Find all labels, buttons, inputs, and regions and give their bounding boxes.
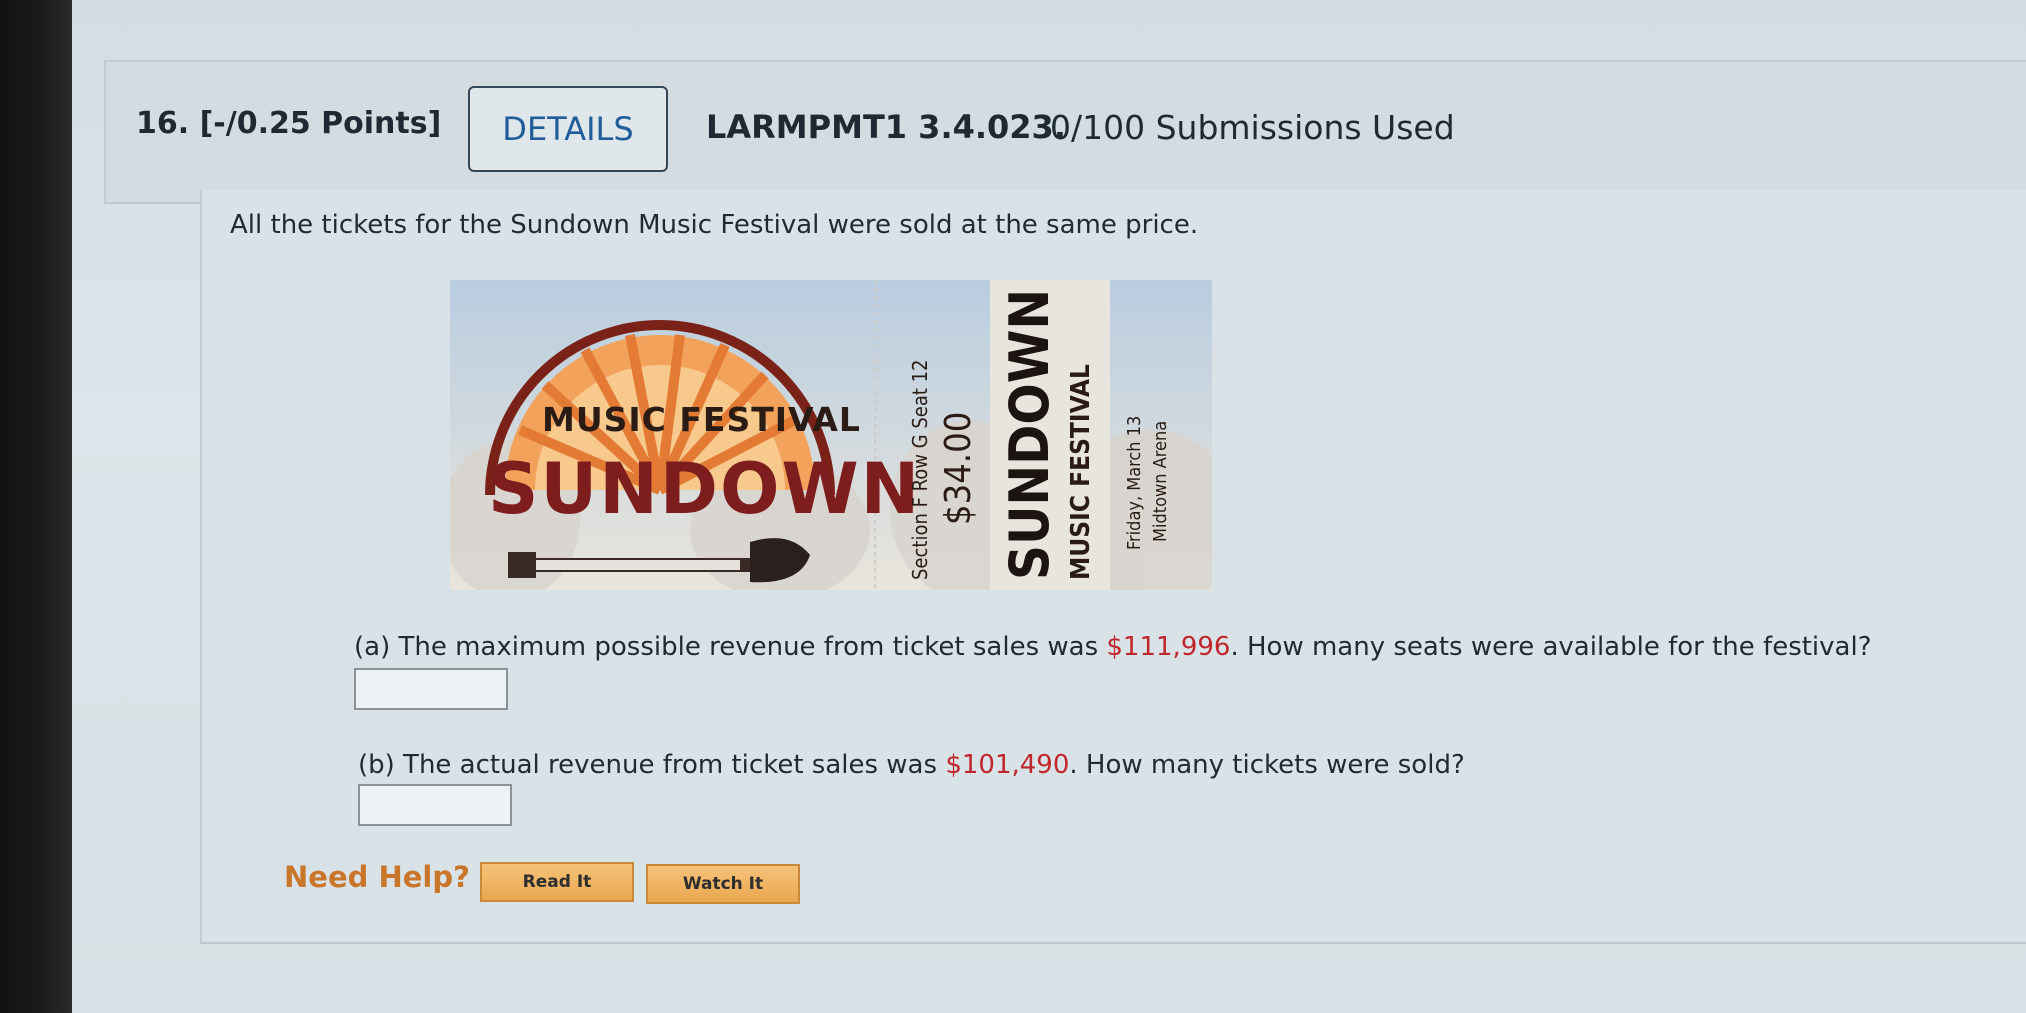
ticket-seat-info: Section F Row G Seat 12 (908, 359, 932, 580)
part-b-prefix: (b) The actual revenue from ticket sales… (358, 750, 946, 780)
question-number-points: 16. [-/0.25 Points] (136, 106, 442, 141)
ticket-music-festival: MUSIC FESTIVAL (542, 400, 861, 439)
ticket-stub-festival: MUSIC FESTIVAL (1066, 364, 1096, 580)
part-b-amount: $101,490 (945, 750, 1070, 780)
submissions-used: 0/100 Submissions Used (1050, 108, 1455, 147)
ticket-image: MUSIC FESTIVAL SUNDOWN Section F Row G S… (450, 280, 1212, 590)
ticket-sundown-title: SUNDOWN (488, 448, 922, 530)
part-a-text: (a) The maximum possible revenue from ti… (354, 632, 1872, 662)
need-help-label: Need Help? (284, 860, 470, 894)
read-it-button[interactable]: Read It (480, 862, 634, 902)
details-button[interactable]: DETAILS (468, 86, 668, 172)
intro-text: All the tickets for the Sundown Music Fe… (230, 210, 1199, 240)
part-b-answer-input[interactable] (358, 784, 512, 826)
part-b-suffix: . How many tickets were sold? (1069, 750, 1465, 780)
ticket-price: $34.00 (938, 411, 979, 525)
ticket-date: Friday, March 13 (1124, 415, 1145, 550)
part-b-text: (b) The actual revenue from ticket sales… (358, 750, 1465, 780)
part-a-suffix: . How many seats were available for the … (1230, 632, 1872, 662)
monitor-bezel (0, 0, 72, 1013)
ticket-stub-sundown: SUNDOWN (998, 289, 1061, 580)
question-code: LARMPMT1 3.4.023. (706, 108, 1066, 146)
question-body: All the tickets for the Sundown Music Fe… (200, 190, 2026, 944)
part-a-answer-input[interactable] (354, 668, 508, 710)
part-a-prefix: (a) The maximum possible revenue from ti… (354, 632, 1107, 662)
ticket-venue: Midtown Arena (1150, 420, 1171, 542)
part-a-amount: $111,996 (1106, 632, 1231, 662)
question-header: 16. [-/0.25 Points] DETAILS LARMPMT1 3.4… (104, 60, 2026, 204)
watch-it-button[interactable]: Watch It (646, 864, 800, 904)
